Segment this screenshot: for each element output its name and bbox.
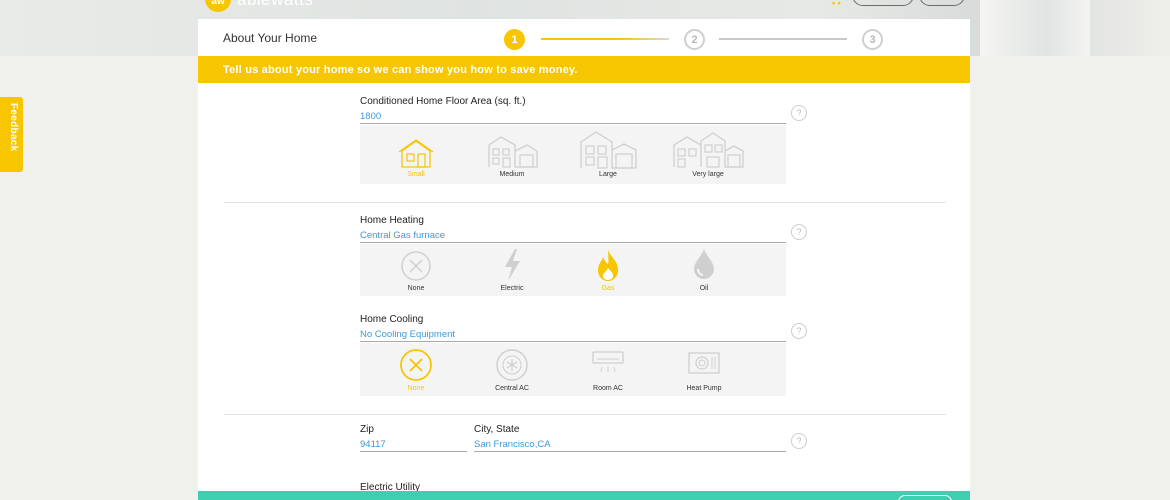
none-x-icon (401, 251, 431, 281)
room-ac-icon (592, 351, 624, 373)
city-state-label: City, State (474, 424, 520, 435)
section-divider (224, 202, 946, 203)
hero-background-right (980, 0, 1090, 56)
step-connector-1 (541, 38, 669, 40)
option-label: Central AC (495, 385, 529, 392)
city-state-input[interactable]: San Francisco,CA (474, 439, 551, 450)
heating-options: None Electric Gas Oil (360, 244, 786, 296)
large-house-icon (580, 131, 637, 169)
oil-drop-icon (694, 249, 714, 279)
option-heating-gas[interactable]: Gas (560, 244, 656, 296)
zip-underline (360, 451, 467, 452)
heating-help-icon[interactable]: ? (791, 224, 807, 240)
option-label: Large (599, 171, 617, 178)
footer-bar (198, 491, 970, 500)
option-label: None (407, 285, 425, 292)
floor-area-input[interactable]: 1800 (360, 111, 381, 122)
option-label: Medium (499, 171, 525, 178)
option-heating-none[interactable]: None (368, 244, 464, 296)
cooling-help-icon[interactable]: ? (791, 323, 807, 339)
floor-area-label: Conditioned Home Floor Area (sq. ft.) (360, 96, 526, 107)
brand-name: ablewatts (237, 0, 313, 10)
option-label: None (407, 385, 425, 392)
zip-label: Zip (360, 424, 374, 435)
floor-area-options: Small Medium Large Very large (360, 125, 786, 184)
zip-input[interactable]: 94117 (360, 439, 386, 450)
option-label: Small (407, 171, 425, 178)
section-divider (224, 414, 946, 415)
heating-label: Home Heating (360, 215, 424, 226)
cooling-underline (360, 341, 786, 342)
option-medium[interactable]: Medium (464, 125, 560, 184)
option-heating-oil[interactable]: Oil (656, 244, 752, 296)
wizard-header: About Your Home 1 2 3 (198, 19, 970, 56)
option-cooling-none[interactable]: None (368, 343, 464, 396)
option-very-large[interactable]: Very large (660, 125, 756, 184)
menu-dots-icon[interactable]: • • (832, 0, 841, 8)
wizard-card: About Your Home 1 2 3 Tell us about your… (198, 19, 970, 500)
step-3[interactable]: 3 (862, 29, 883, 50)
info-banner: Tell us about your home so we can show y… (198, 56, 970, 83)
brand-logo[interactable]: aw ablewatts (205, 0, 313, 12)
option-label: Electric (500, 285, 524, 292)
none-x-icon (400, 349, 432, 381)
city-state-underline (474, 451, 786, 452)
option-small[interactable]: Small (368, 125, 464, 184)
cooling-input[interactable]: No Cooling Equipment (360, 329, 455, 340)
floor-area-help-icon[interactable]: ? (791, 105, 807, 121)
cooling-options: None Central AC Room AC Heat Pump (360, 343, 786, 396)
heating-input[interactable]: Central Gas furnace (360, 230, 445, 241)
step-2[interactable]: 2 (684, 29, 705, 50)
very-large-house-icon (673, 132, 744, 168)
floor-area-underline (360, 123, 786, 124)
logo-mark-icon: aw (205, 0, 231, 12)
step-connector-2 (719, 38, 847, 40)
option-label: Heat Pump (686, 385, 722, 392)
option-cooling-room-ac[interactable]: Room AC (560, 343, 656, 396)
header-button-2[interactable] (919, 0, 965, 6)
option-large[interactable]: Large (560, 125, 656, 184)
header-button-1[interactable] (852, 0, 914, 6)
option-label: Oil (699, 285, 709, 292)
cooling-label: Home Cooling (360, 314, 424, 325)
footer-next-button[interactable] (898, 495, 952, 500)
wizard-title: About Your Home (223, 31, 318, 45)
lightning-icon (505, 249, 520, 281)
option-label: Very large (692, 171, 724, 178)
heating-underline (360, 242, 786, 243)
small-house-icon (398, 139, 434, 168)
option-cooling-heat-pump[interactable]: Heat Pump (656, 343, 752, 396)
option-label: Gas (601, 285, 615, 292)
option-label: Room AC (593, 385, 623, 392)
flame-icon (598, 249, 618, 281)
snowflake-icon (496, 349, 528, 381)
step-1[interactable]: 1 (504, 29, 525, 50)
option-cooling-central-ac[interactable]: Central AC (464, 343, 560, 396)
feedback-label: Feedback (8, 103, 19, 152)
feedback-tab[interactable]: Feedback (0, 97, 23, 172)
option-heating-electric[interactable]: Electric (464, 244, 560, 296)
heat-pump-icon (688, 352, 720, 374)
location-help-icon[interactable]: ? (791, 433, 807, 449)
medium-house-icon (488, 136, 538, 168)
